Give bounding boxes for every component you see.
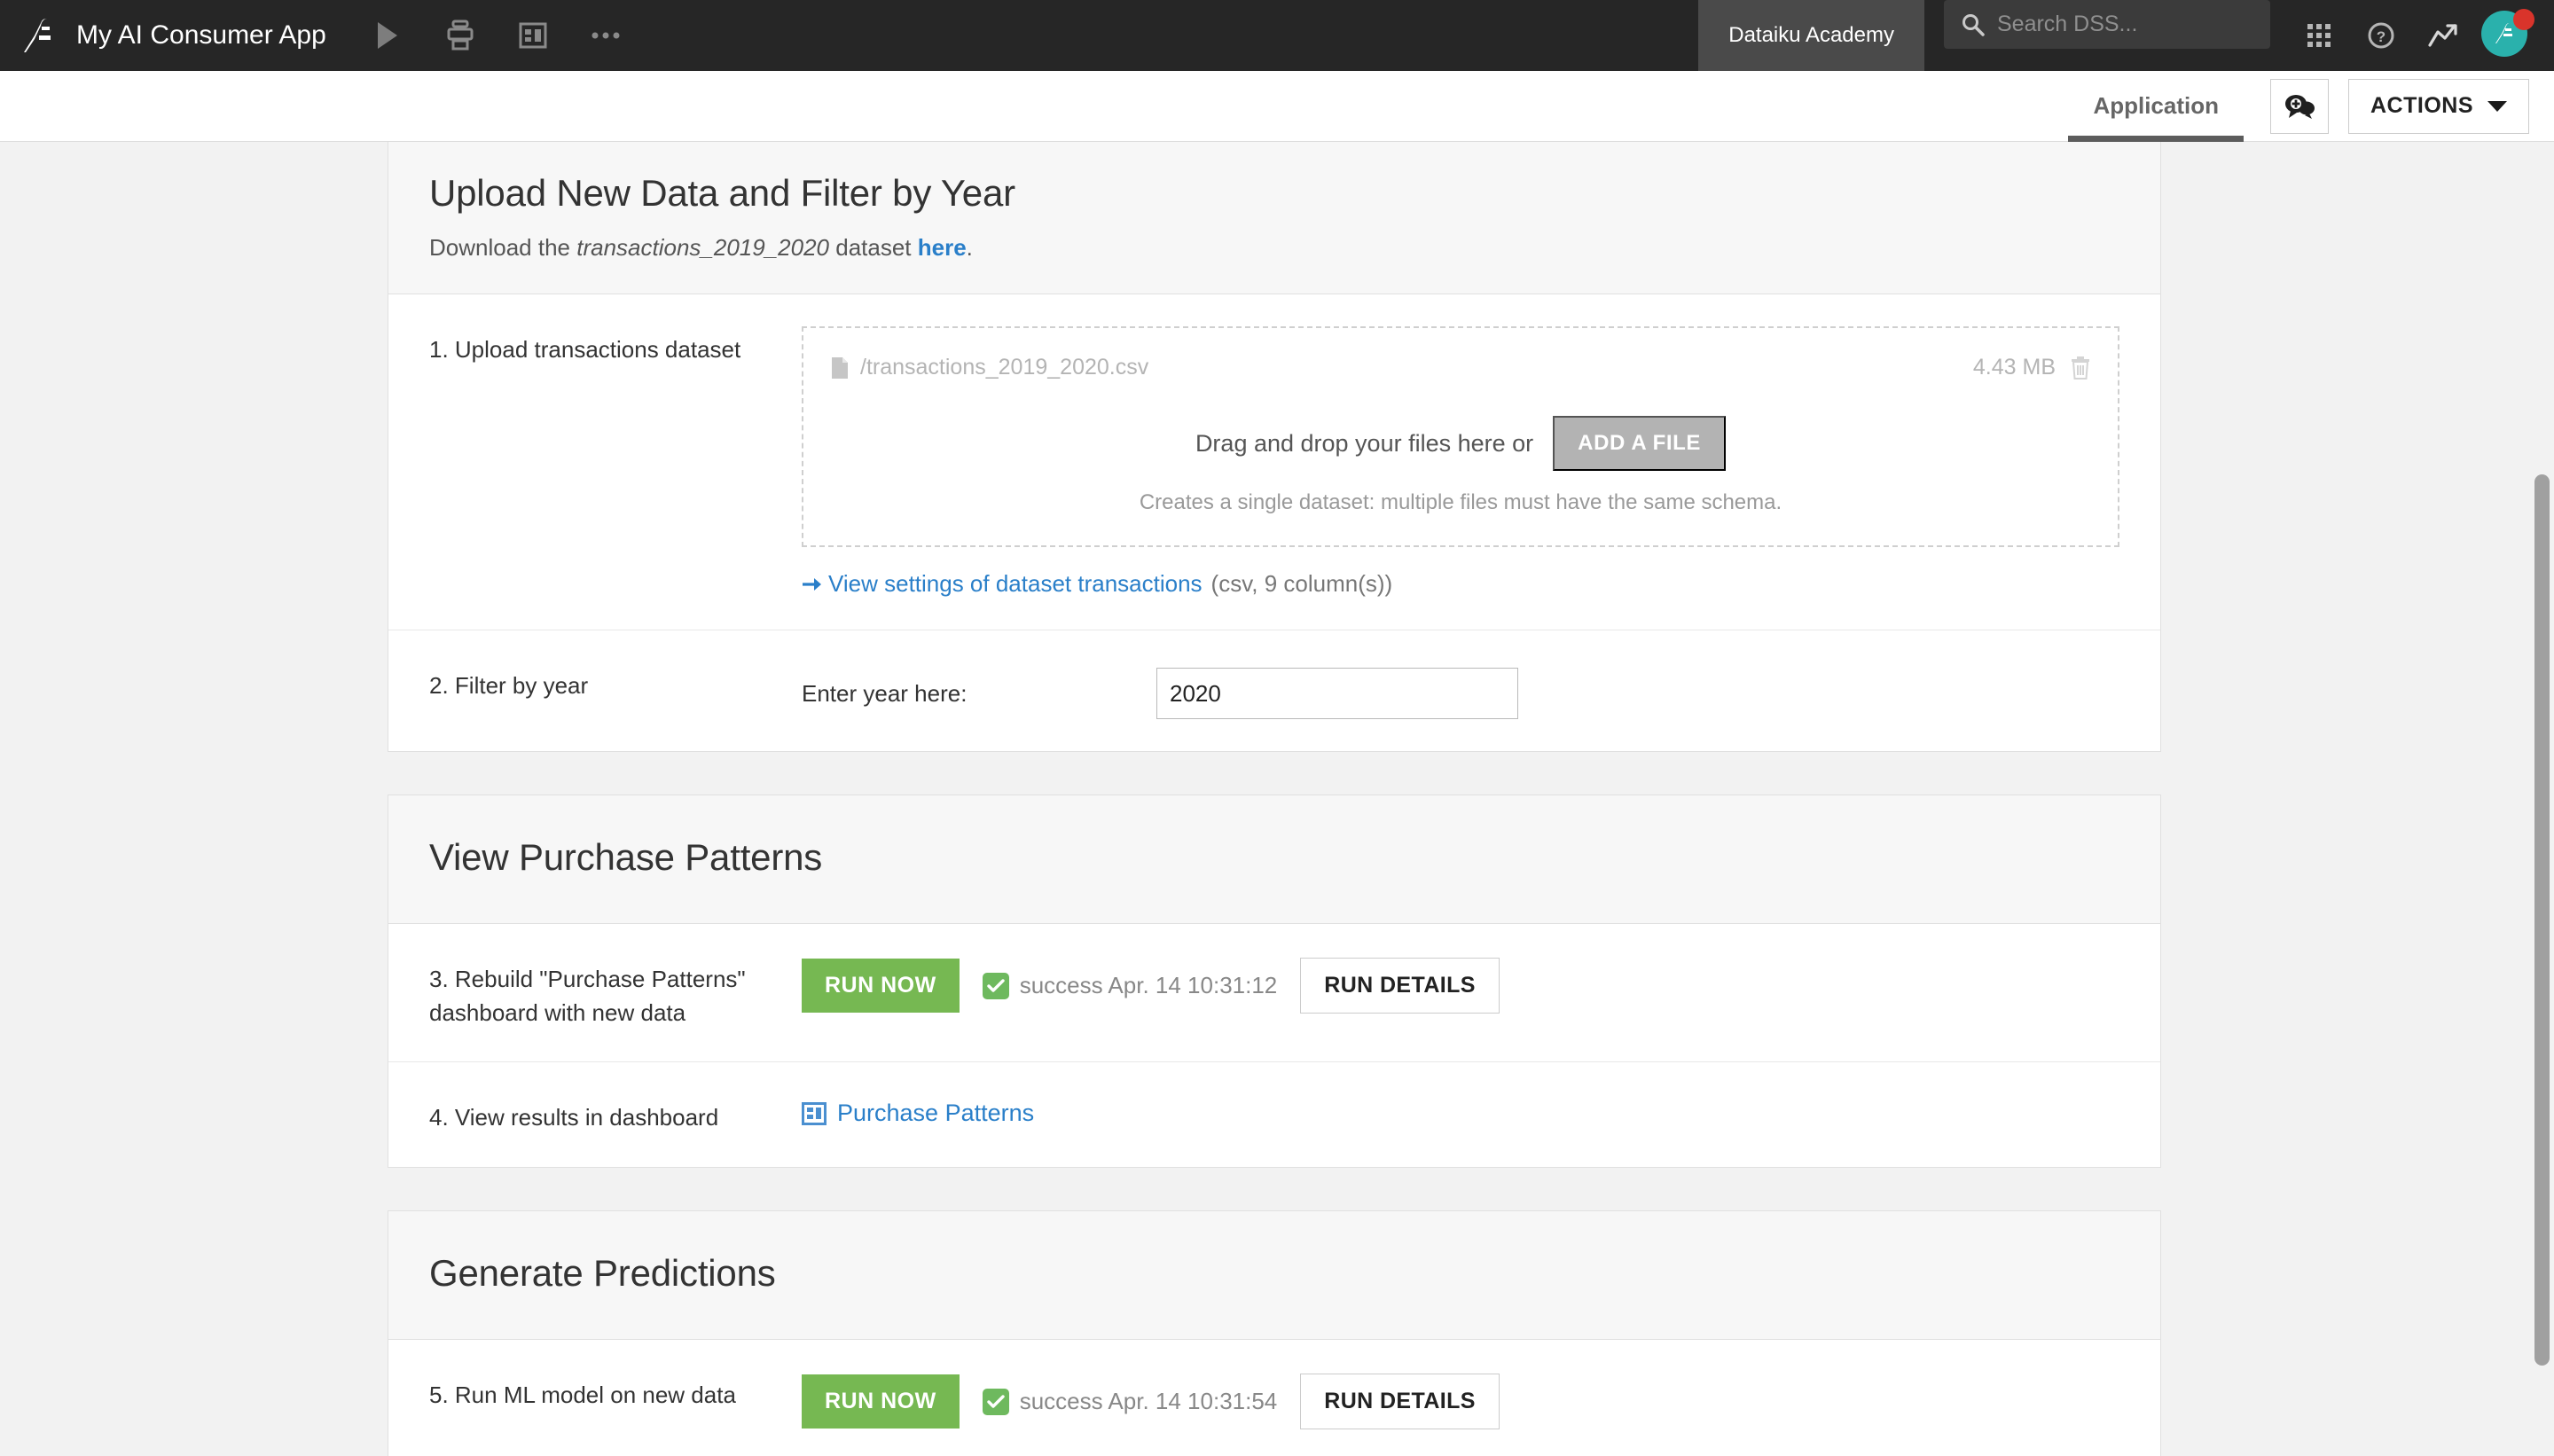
step-3-body: RUN NOW success Apr. 14 10:31:12 RUN DET… [802,956,2119,1014]
run-play-icon[interactable] [351,0,424,71]
step-1-label: 1. Upload transactions dataset [429,336,741,363]
success-check-icon [982,1388,1009,1415]
app-title: My AI Consumer App [76,20,326,50]
add-file-button[interactable]: ADD A FILE [1553,416,1727,471]
application-page: Upload New Data and Filter by Year Downl… [388,142,2161,1456]
section-header-predictions: Generate Predictions [388,1211,2160,1341]
year-input[interactable] [1156,668,1518,719]
step-2-body: Enter year here: [802,662,2119,719]
actions-label: ACTIONS [2370,93,2473,118]
section-title-patterns: View Purchase Patterns [429,836,823,878]
step-5-label: 5. Run ML model on new data [429,1382,736,1409]
dashboard-icon [802,1101,827,1125]
step-row-upload: 1. Upload transactions dataset /transact… [388,294,2160,630]
vertical-scrollbar[interactable] [2529,142,2554,1456]
svg-text:?: ? [2377,28,2386,45]
step-3-label: 3. Rebuild "Purchase Patterns" dashboard… [429,966,746,1026]
run-now-button-predict[interactable]: RUN NOW [802,1374,960,1429]
main-content: Upload New Data and Filter by Year Downl… [0,142,2554,1456]
dataset-meta: (csv, 9 column(s)) [1210,570,1393,597]
sub-bar: Application ACTIONS [0,71,2554,142]
user-avatar[interactable] [2481,9,2534,60]
tab-application[interactable]: Application [2068,71,2244,142]
step-4-label: 4. View results in dashboard [429,1104,719,1131]
more-options-icon[interactable] [569,0,642,71]
step-4-body: Purchase Patterns [802,1094,2119,1127]
step-row-filter: 2. Filter by year Enter year here: [388,630,2160,751]
view-settings-label: View settings of dataset transactions [828,570,1203,597]
purchase-patterns-link[interactable]: Purchase Patterns [802,1094,2119,1127]
step-5-body: RUN NOW success Apr. 14 10:31:54 RUN DET… [802,1372,2119,1430]
file-size-text: 4.43 MB [1972,355,2056,380]
rebuild-run-group: RUN NOW success Apr. 14 10:31:12 RUN DET… [802,956,2119,1014]
purchase-patterns-label: Purchase Patterns [837,1100,1035,1127]
file-size-group: 4.43 MB [1973,355,2091,380]
year-field-label: Enter year here: [802,679,968,707]
run-details-button-rebuild[interactable]: RUN DETAILS [1300,958,1500,1014]
print-icon[interactable] [424,0,497,71]
predict-status: success Apr. 14 10:31:54 [982,1388,1278,1415]
desc-dataset-name: transactions_2019_2020 [576,234,830,261]
view-settings-link[interactable]: View settings of dataset transactions [802,570,1203,598]
section-view-purchase-patterns: View Purchase Patterns 3. Rebuild "Purch… [388,795,2161,1169]
top-bar: My AI Consumer App Dataiku Academy Searc… [0,0,2554,71]
apps-grid-icon[interactable] [2290,0,2348,71]
rebuild-status-text: success Apr. 14 10:31:12 [1019,972,1278,998]
file-icon [832,356,848,379]
rebuild-status: success Apr. 14 10:31:12 [982,972,1278,999]
search-icon [1963,13,1985,36]
page-title: Upload New Data and Filter by Year [429,172,1015,214]
desc-suffix: . [966,234,973,261]
activity-trend-icon[interactable] [2414,0,2472,71]
file-name-group: /transactions_2019_2020.csv [830,355,1148,380]
help-icon[interactable]: ? [2352,0,2410,71]
step-2-label: 2. Filter by year [429,672,589,699]
file-name-text: /transactions_2019_2020.csv [860,355,1149,380]
step-row-run-model: 5. Run ML model on new data RUN NOW succ… [388,1340,2160,1456]
notification-badge [2513,9,2534,30]
actions-button[interactable]: ACTIONS [2348,78,2529,134]
dropzone-main: Drag and drop your files here or ADD A F… [830,416,2091,471]
download-here-link[interactable]: here [918,234,967,261]
step-row-view-dashboard: 4. View results in dashboard Purchase Pa… [388,1062,2160,1167]
topbar-right-icons: ? [2290,0,2554,71]
desc-middle: dataset [829,234,918,261]
search-placeholder: Search DSS... [1997,12,2138,36]
predict-status-text: success Apr. 14 10:31:54 [1019,1388,1278,1415]
section-header-patterns: View Purchase Patterns [388,795,2160,924]
success-check-icon [982,972,1009,999]
run-now-button-rebuild[interactable]: RUN NOW [802,959,960,1013]
section-upload-filter: Upload New Data and Filter by Year Downl… [388,142,2161,752]
desc-prefix: Download the [429,234,577,261]
dropzone-note: Creates a single dataset: multiple files… [1139,490,1782,514]
dashboard-icon[interactable] [497,0,569,71]
arrow-right-icon [803,578,821,591]
section-description: Download the transactions_2019_2020 data… [429,234,2119,262]
chevron-down-icon [2487,100,2507,112]
dataset-settings-line: View settings of dataset transactions (c… [802,570,2119,598]
uploaded-file-row: /transactions_2019_2020.csv 4.43 MB [830,351,2091,380]
search-input[interactable]: Search DSS... [1944,0,2270,49]
topbar-icon-group [351,0,642,71]
step-1-body: /transactions_2019_2020.csv 4.43 MB Drag… [802,326,2119,598]
section-generate-predictions: Generate Predictions 5. Run ML model on … [388,1210,2161,1456]
run-details-button-predict[interactable]: RUN DETAILS [1300,1374,1500,1430]
file-dropzone[interactable]: /transactions_2019_2020.csv 4.43 MB Drag… [802,326,2119,547]
academy-link[interactable]: Dataiku Academy [1698,0,1924,71]
section-header-upload: Upload New Data and Filter by Year Downl… [388,142,2160,294]
dataiku-bird-logo[interactable] [0,0,76,71]
trash-icon[interactable] [2070,356,2091,380]
drop-instruction: Drag and drop your files here or [1195,429,1534,457]
section-title-predictions: Generate Predictions [429,1252,776,1295]
discussions-icon[interactable] [2270,78,2329,134]
predict-run-group: RUN NOW success Apr. 14 10:31:54 RUN DET… [802,1372,2119,1430]
step-row-rebuild: 3. Rebuild "Purchase Patterns" dashboard… [388,924,2160,1063]
scrollbar-thumb[interactable] [2534,474,2550,1366]
year-field-row: Enter year here: [802,662,2119,719]
